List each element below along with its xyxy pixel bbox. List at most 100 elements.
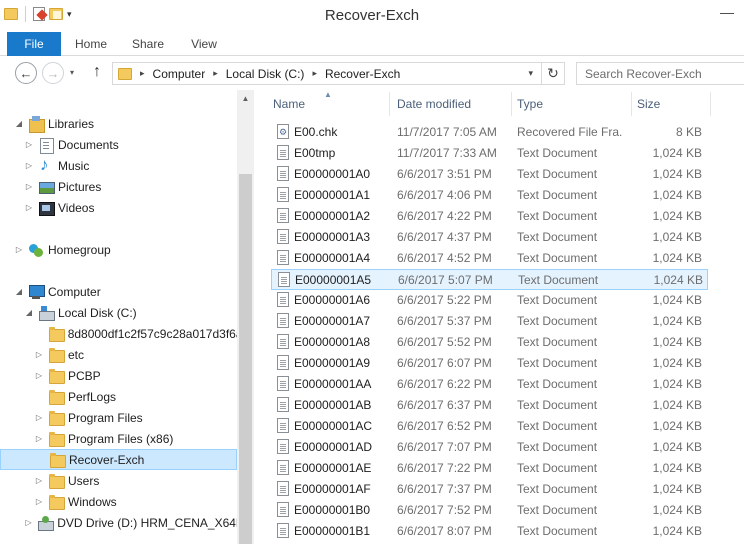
file-type: Text Document — [517, 146, 598, 160]
ribbon-tabs: File Home Share View — [0, 32, 744, 56]
tab-file[interactable]: File — [7, 32, 61, 56]
text-document-icon — [277, 334, 289, 349]
file-row[interactable]: E00000001A2 6/6/2017 4:22 PM Text Document… — [271, 206, 708, 227]
nav-item[interactable]: ▷ Videos — [0, 197, 237, 218]
file-row[interactable]: E00000001B0 6/6/2017 7:52 PM Text Document… — [271, 500, 708, 521]
nav-item[interactable]: ◢ Local Disk (C:) — [0, 302, 237, 323]
collapsed-arrow-icon[interactable]: ▷ — [34, 497, 44, 506]
collapsed-arrow-icon[interactable]: ▷ — [34, 413, 44, 422]
forward-button[interactable]: → — [42, 62, 64, 84]
collapsed-arrow-icon[interactable]: ▷ — [24, 518, 33, 527]
nav-item[interactable]: ◢ Computer — [0, 281, 237, 302]
file-type: Text Document — [517, 167, 598, 181]
tab-home[interactable]: Home — [62, 32, 120, 56]
collapsed-arrow-icon[interactable]: ▷ — [24, 203, 34, 212]
nav-item[interactable]: ▷ Windows — [0, 491, 237, 512]
text-document-icon — [277, 460, 289, 475]
nav-item[interactable]: PerfLogs — [0, 386, 237, 407]
scroll-up-icon[interactable]: ▲ — [237, 90, 254, 107]
collapsed-arrow-icon[interactable]: ▷ — [14, 245, 24, 254]
chevron-right-icon[interactable]: ▸ — [312, 68, 317, 79]
navigation-scrollbar[interactable]: ▲ — [237, 90, 254, 544]
up-arrow-icon[interactable]: ↑ — [93, 63, 101, 81]
scrollbar-thumb[interactable] — [239, 174, 252, 544]
column-divider[interactable] — [710, 92, 711, 116]
file-name: E00tmp — [294, 146, 336, 160]
file-name: E00000001B0 — [294, 503, 371, 517]
column-header-type[interactable]: Type — [517, 97, 543, 111]
nav-item[interactable]: ▷ Program Files — [0, 407, 237, 428]
search-input[interactable] — [576, 62, 744, 85]
collapsed-arrow-icon[interactable]: ▷ — [34, 371, 44, 380]
file-row[interactable]: E00000001A3 6/6/2017 4:37 PM Text Document… — [271, 227, 708, 248]
nav-item[interactable]: ▷ Music — [0, 155, 237, 176]
breadcrumb-recover-exch[interactable]: Recover-Exch — [325, 67, 400, 81]
folder-icon — [48, 473, 65, 489]
file-row[interactable]: E00000001AF 6/6/2017 7:37 PM Text Document… — [271, 479, 708, 500]
refresh-icon[interactable]: ↻ — [541, 63, 564, 84]
minimize-icon[interactable]: — — [720, 4, 734, 20]
tab-view[interactable]: View — [176, 32, 232, 56]
nav-item[interactable]: ▷ Users — [0, 470, 237, 491]
column-divider[interactable] — [631, 92, 632, 116]
file-row[interactable]: E00000001AC 6/6/2017 6:52 PM Text Document… — [271, 416, 708, 437]
column-header-name[interactable]: Name — [273, 97, 305, 111]
expanded-arrow-icon[interactable]: ◢ — [14, 119, 24, 128]
tab-share[interactable]: Share — [120, 32, 176, 56]
nav-item[interactable]: 8d8000df1c2f57c9c28a017d3f6a — [0, 323, 237, 344]
address-bar[interactable]: ▸ Computer ▸ Local Disk (C:) ▸ Recover-E… — [112, 62, 565, 85]
chevron-right-icon[interactable]: ▸ — [140, 68, 145, 79]
nav-item[interactable]: Recover-Exch — [0, 449, 237, 470]
expanded-arrow-icon[interactable]: ◢ — [24, 308, 34, 317]
file-row[interactable]: E00000001A8 6/6/2017 5:52 PM Text Document… — [271, 332, 708, 353]
file-row[interactable]: E00000001B1 6/6/2017 8:07 PM Text Document… — [271, 521, 708, 542]
breadcrumb-computer[interactable]: Computer — [153, 67, 206, 81]
collapsed-arrow-icon[interactable]: ▷ — [24, 161, 34, 170]
file-row[interactable]: E00000001A0 6/6/2017 3:51 PM Text Document… — [271, 164, 708, 185]
address-dropdown-icon[interactable]: ▾ — [528, 68, 533, 79]
collapsed-arrow-icon[interactable]: ▷ — [34, 434, 44, 443]
column-divider[interactable] — [389, 92, 390, 116]
breadcrumb-local-disk[interactable]: Local Disk (C:) — [226, 67, 305, 81]
file-row[interactable]: E00.chk 11/7/2017 7:05 AM Recovered File F… — [271, 122, 708, 143]
column-header-size[interactable]: Size — [637, 97, 660, 111]
file-size: 1,024 KB — [652, 356, 702, 370]
recent-locations-chevron-icon[interactable]: ▾ — [70, 68, 74, 77]
collapsed-arrow-icon[interactable]: ▷ — [34, 476, 44, 485]
file-row[interactable]: E00000001A5 6/6/2017 5:07 PM Text Document… — [271, 269, 708, 290]
chevron-right-icon[interactable]: ▸ — [213, 68, 218, 79]
nav-item[interactable]: ▷ PCBP — [0, 365, 237, 386]
collapsed-arrow-icon[interactable]: ▷ — [34, 350, 44, 359]
file-date-modified: 6/6/2017 6:52 PM — [397, 419, 492, 433]
file-row[interactable]: E00000001AE 6/6/2017 7:22 PM Text Document… — [271, 458, 708, 479]
music-icon — [38, 155, 54, 175]
file-row[interactable]: E00000001A9 6/6/2017 6:07 PM Text Document… — [271, 353, 708, 374]
file-row[interactable]: E00000001AB 6/6/2017 6:37 PM Text Document… — [271, 395, 708, 416]
nav-item[interactable]: ▷ Documents — [0, 134, 237, 155]
back-button[interactable]: ← — [15, 62, 37, 84]
collapsed-arrow-icon[interactable]: ▷ — [24, 140, 34, 149]
nav-item[interactable]: ▷ DVD Drive (D:) HRM_CENA_X64FR — [0, 512, 237, 533]
file-row[interactable]: E00000001AA 6/6/2017 6:22 PM Text Document… — [271, 374, 708, 395]
text-document-icon — [277, 376, 289, 391]
file-date-modified: 11/7/2017 7:33 AM — [397, 146, 497, 160]
file-row[interactable]: E00000001AD 6/6/2017 7:07 PM Text Document… — [271, 437, 708, 458]
file-date-modified: 6/6/2017 4:06 PM — [397, 188, 492, 202]
column-divider[interactable] — [511, 92, 512, 116]
file-type: Text Document — [517, 398, 598, 412]
nav-item[interactable]: ◢ Libraries — [0, 113, 237, 134]
file-row[interactable]: E00000001A4 6/6/2017 4:52 PM Text Document… — [271, 248, 708, 269]
file-name: E00000001B1 — [294, 524, 371, 538]
column-header-date-modified[interactable]: Date modified — [397, 97, 471, 111]
nav-item[interactable]: ▷ etc — [0, 344, 237, 365]
nav-item[interactable]: ▷ Program Files (x86) — [0, 428, 237, 449]
file-row[interactable]: E00tmp 11/7/2017 7:33 AM Text Document 1,02… — [271, 143, 708, 164]
text-document-icon — [277, 292, 289, 307]
file-row[interactable]: E00000001A6 6/6/2017 5:22 PM Text Document… — [271, 290, 708, 311]
expanded-arrow-icon[interactable]: ◢ — [14, 287, 24, 296]
file-row[interactable]: E00000001A7 6/6/2017 5:37 PM Text Document… — [271, 311, 708, 332]
file-row[interactable]: E00000001A1 6/6/2017 4:06 PM Text Document… — [271, 185, 708, 206]
collapsed-arrow-icon[interactable]: ▷ — [24, 182, 34, 191]
nav-item[interactable]: ▷ Pictures — [0, 176, 237, 197]
nav-item[interactable]: ▷ Homegroup — [0, 239, 237, 260]
